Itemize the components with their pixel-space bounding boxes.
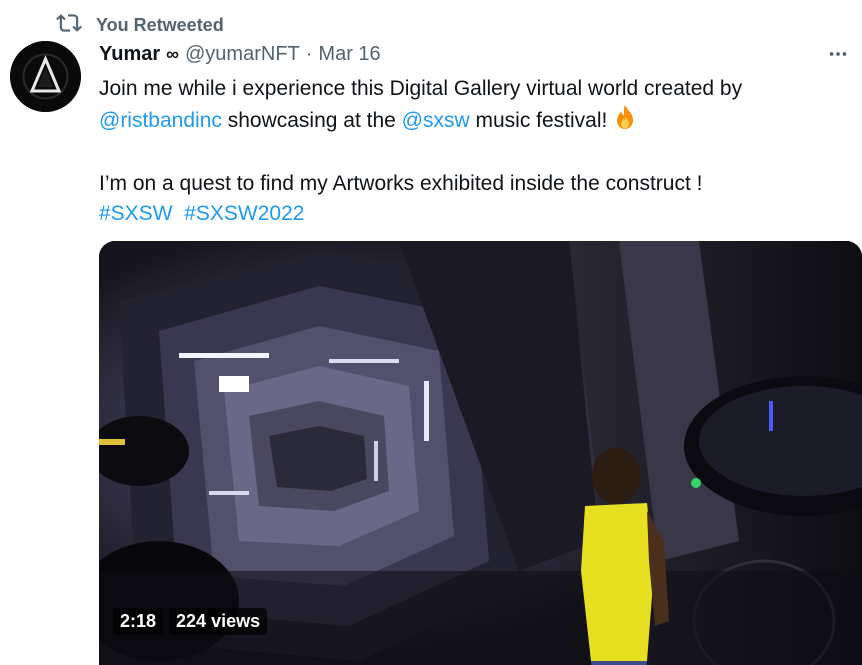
tweet-date[interactable]: Mar 16	[318, 43, 380, 66]
retweet-context: You Retweeted	[56, 10, 224, 41]
tweet-header: Yumar ∞ @yumarNFT · Mar 16	[99, 43, 381, 66]
more-horizontal-icon	[829, 52, 847, 56]
avatar[interactable]	[10, 41, 81, 112]
triangle-logo-icon	[10, 41, 81, 112]
retweet-icon	[56, 10, 82, 41]
tweet-line-3: I’m on a quest to find my Artworks exhib…	[99, 172, 703, 195]
video-player[interactable]: 2:18 224 views	[99, 241, 862, 665]
fire-emoji-icon	[613, 104, 637, 139]
mention-sxsw[interactable]: @sxsw	[402, 109, 470, 132]
hashtag-sxsw[interactable]: #SXSW	[99, 202, 173, 225]
video-thumbnail	[99, 241, 862, 665]
tweet-line-1: Join me while i experience this Digital …	[99, 77, 743, 100]
author-badge: ∞	[166, 44, 179, 64]
author-handle[interactable]: @yumarNFT	[185, 43, 300, 66]
hashtag-sxsw2022[interactable]: #SXSW2022	[184, 202, 304, 225]
video-duration: 2:18	[113, 608, 164, 635]
tweet-text: Join me while i experience this Digital …	[99, 74, 849, 229]
tweet-card[interactable]: You Retweeted Yumar ∞ @yumarNFT · Mar 16…	[0, 0, 862, 665]
retweet-label: You Retweeted	[96, 15, 224, 35]
mention-ristbandinc[interactable]: @ristbandinc	[99, 109, 222, 132]
tweet-hashtags: #SXSW #SXSW2022	[99, 199, 849, 229]
more-options-button[interactable]	[822, 38, 854, 70]
tweet-line-2: @ristbandinc showcasing at the @sxsw mus…	[99, 104, 849, 139]
author-name[interactable]: Yumar	[99, 43, 160, 66]
separator-dot: ·	[305, 43, 313, 65]
video-views: 224 views	[169, 608, 268, 635]
video-meta: 2:18 224 views	[113, 608, 268, 635]
